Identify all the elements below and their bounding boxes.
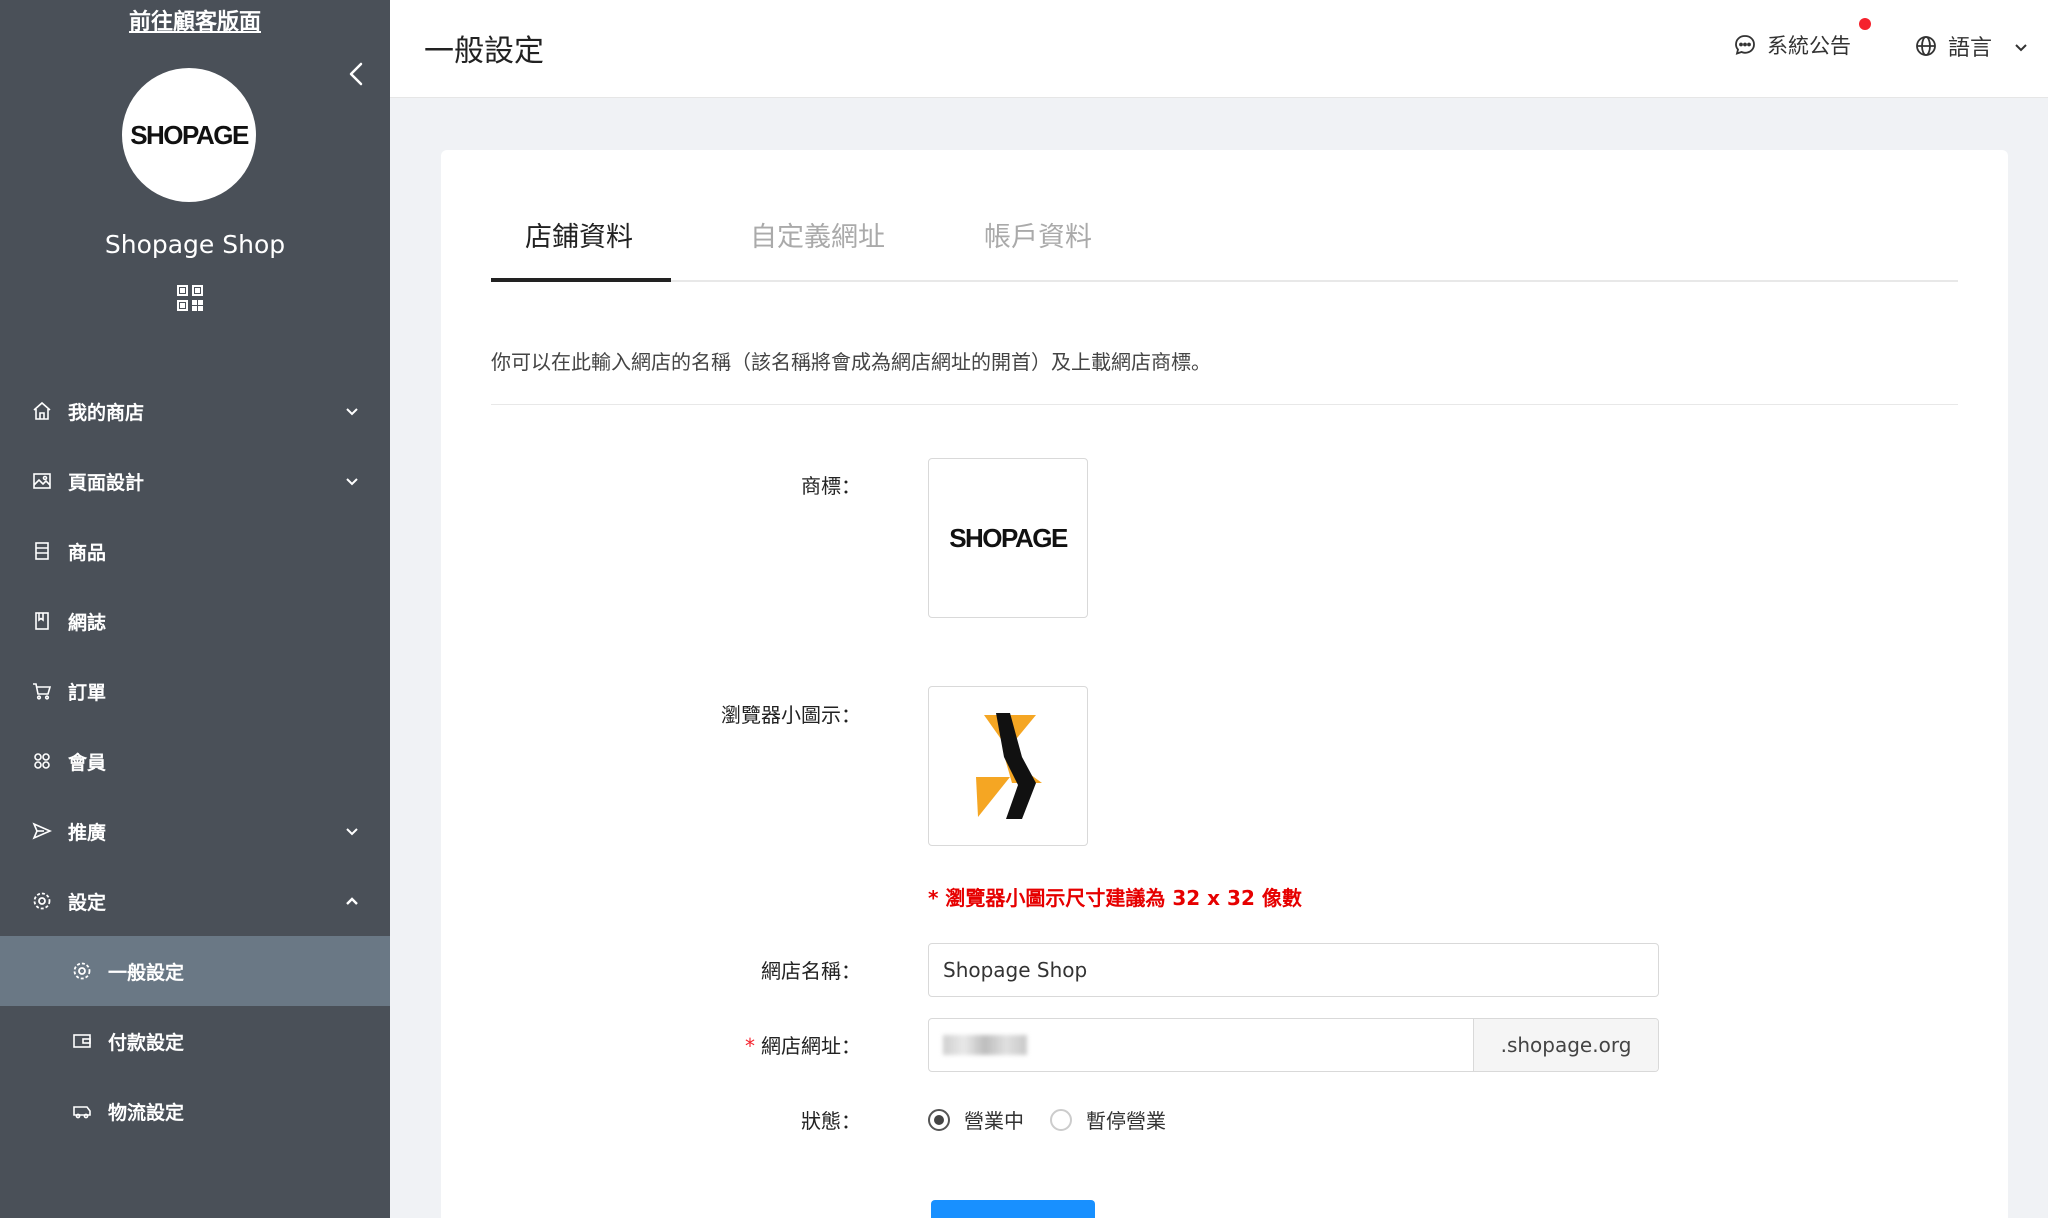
save-button[interactable] [931, 1200, 1095, 1218]
sidebar-item-label: 商品 [68, 541, 107, 564]
image-icon [32, 471, 52, 491]
sidebar-item-label: 會員 [68, 751, 107, 774]
globe-icon [1914, 34, 1938, 58]
announcement-label: 系統公告 [1767, 34, 1851, 58]
sidebar-item-label: 一般設定 [108, 961, 185, 984]
favicon-size-hint: * 瀏覽器小圖示尺寸建議為 32 x 32 像數 [928, 886, 1302, 910]
favicon-preview-image [976, 713, 1042, 819]
notification-dot [1859, 18, 1871, 30]
sidebar-item-page-design[interactable]: 頁面設計 [0, 446, 390, 516]
sidebar-item-members[interactable]: 會員 [0, 726, 390, 796]
message-icon [1733, 33, 1757, 57]
logo-upload[interactable]: SHOPAGE [928, 458, 1088, 618]
store-url-label-text: 網店網址： [761, 1034, 861, 1058]
sidebar-item-label: 物流設定 [108, 1101, 185, 1124]
tab-custom-url[interactable]: 自定義網址 [750, 210, 885, 282]
radio-checked-icon [928, 1108, 950, 1131]
logo-preview-text: SHOPAGE [949, 522, 1068, 553]
status-open-radio[interactable]: 營業中 [928, 1105, 1024, 1134]
store-url-field: .shopage.org [928, 1018, 1659, 1072]
form-description: 你可以在此輸入網店的名稱（該名稱將會成為網店網址的開首）及上載網店商標。 [491, 350, 1211, 374]
chevron-down-icon [343, 822, 361, 840]
sidebar-nav: 我的商店 頁面設計 商品 網誌 訂單 會員 推廣 設定 一般設定 付款設定 物流… [0, 376, 390, 1146]
logo-label: 商標： [801, 474, 861, 498]
sidebar-subitem-logistics-settings[interactable]: 物流設定 [0, 1076, 390, 1146]
chevron-up-icon [343, 892, 361, 910]
required-marker: * [745, 1034, 755, 1058]
sidebar: 前往顧客版面 SHOPAGE Shopage Shop 我的商店 頁面設計 商品 [0, 0, 390, 1218]
url-suffix: .shopage.org [1473, 1019, 1658, 1071]
redacted-url-value [943, 1035, 1027, 1055]
cart-icon [32, 681, 52, 701]
tab-account-info[interactable]: 帳戶資料 [984, 210, 1092, 282]
sidebar-item-label: 付款設定 [108, 1031, 185, 1054]
book-icon [32, 611, 52, 631]
chevron-down-icon [2012, 37, 2030, 55]
page-title: 一般設定 [424, 34, 544, 69]
active-tab-indicator [491, 278, 671, 282]
settings-card: 店鋪資料 自定義網址 帳戶資料 你可以在此輸入網店的名稱（該名稱將會成為網店網址… [441, 150, 2008, 1218]
sidebar-item-label: 設定 [68, 891, 107, 914]
users-icon [32, 751, 52, 771]
divider [491, 404, 1958, 405]
sidebar-subitem-payment-settings[interactable]: 付款設定 [0, 1006, 390, 1076]
sidebar-item-promotion[interactable]: 推廣 [0, 796, 390, 866]
sidebar-item-orders[interactable]: 訂單 [0, 656, 390, 726]
store-name-label: 網店名稱： [761, 959, 861, 983]
announcement-button[interactable]: 系統公告 [1733, 30, 1851, 60]
shop-name: Shopage Shop [104, 230, 286, 259]
list-icon [32, 541, 52, 561]
home-icon [32, 401, 52, 421]
language-selector[interactable]: 語言 [1914, 30, 2030, 62]
visit-storefront-link[interactable]: 前往顧客版面 [0, 4, 390, 36]
chevron-down-icon [343, 402, 361, 420]
shop-logo: SHOPAGE [122, 68, 256, 202]
favicon-label: 瀏覽器小圖示： [721, 703, 861, 727]
gear-icon [72, 961, 92, 981]
status-label: 狀態： [801, 1109, 861, 1133]
store-name-input[interactable]: Shopage Shop [928, 943, 1659, 997]
favicon-upload[interactable] [928, 686, 1088, 846]
sidebar-item-label: 訂單 [68, 681, 107, 704]
sidebar-item-products[interactable]: 商品 [0, 516, 390, 586]
collapse-sidebar-icon[interactable] [343, 58, 371, 90]
sidebar-item-settings[interactable]: 設定 [0, 866, 390, 936]
radio-label: 營業中 [964, 1109, 1024, 1133]
shop-logo-text: SHOPAGE [130, 119, 249, 150]
store-url-label: * 網店網址： [441, 1030, 861, 1059]
sidebar-subitem-general-settings[interactable]: 一般設定 [0, 936, 390, 1006]
status-radio-group: 營業中 暫停營業 [928, 1105, 1192, 1134]
wallet-icon [72, 1031, 92, 1051]
sidebar-item-blog[interactable]: 網誌 [0, 586, 390, 656]
settings-tabs: 店鋪資料 自定義網址 帳戶資料 [491, 210, 1958, 282]
top-bar: 一般設定 系統公告 語言 [390, 0, 2048, 98]
sidebar-item-label: 頁面設計 [68, 471, 145, 494]
chevron-down-icon [343, 472, 361, 490]
radio-label: 暫停營業 [1086, 1109, 1166, 1133]
sidebar-item-my-store[interactable]: 我的商店 [0, 376, 390, 446]
promo-icon [32, 821, 52, 841]
sidebar-item-label: 網誌 [68, 611, 107, 634]
language-label: 語言 [1948, 36, 1993, 61]
radio-unchecked-icon [1050, 1108, 1072, 1131]
sidebar-item-label: 我的商店 [68, 401, 145, 424]
truck-icon [72, 1101, 92, 1121]
store-url-input[interactable] [929, 1019, 1473, 1071]
gear-icon [32, 891, 52, 911]
sidebar-item-label: 推廣 [68, 821, 107, 844]
status-paused-radio[interactable]: 暫停營業 [1050, 1105, 1166, 1134]
qr-code-icon[interactable] [176, 284, 204, 312]
tab-store-info[interactable]: 店鋪資料 [525, 210, 633, 282]
